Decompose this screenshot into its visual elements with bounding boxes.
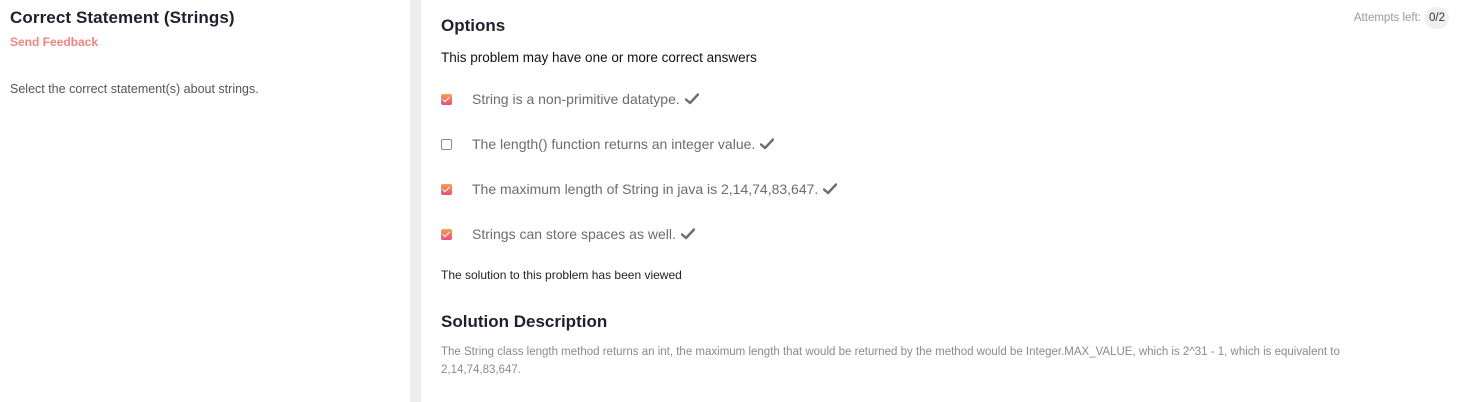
send-feedback-link[interactable]: Send Feedback	[10, 35, 98, 49]
option-1-label: String is a non-primitive datatype.	[472, 91, 680, 107]
check-mark-icon	[760, 138, 775, 150]
option-4-label: Strings can store spaces as well.	[472, 226, 676, 242]
solution-viewed-note: The solution to this problem has been vi…	[441, 268, 682, 282]
option-3-label: The maximum length of String in java is …	[472, 181, 819, 197]
option-1-checkbox[interactable]	[441, 93, 452, 105]
panel-divider[interactable]	[410, 0, 421, 402]
option-4-checkbox[interactable]	[441, 228, 452, 240]
option-2-checkbox[interactable]	[441, 138, 452, 150]
check-mark-icon	[823, 183, 838, 195]
attempts-label: Attempts left:	[1353, 12, 1421, 24]
problem-title: Correct Statement (Strings)	[10, 8, 235, 27]
option-2-label: The length() function returns an integer…	[472, 136, 756, 152]
attempts-indicator: Attempts left: 0/2	[1354, 7, 1449, 29]
option-3-checkbox[interactable]	[441, 183, 452, 195]
option-2[interactable]: The length() function returns an integer…	[441, 136, 775, 152]
page: Correct Statement (Strings) Send Feedbac…	[0, 0, 1460, 402]
attempts-count-badge: 0/2	[1425, 7, 1449, 29]
problem-panel: Correct Statement (Strings) Send Feedbac…	[0, 0, 410, 402]
check-mark-icon	[684, 93, 699, 105]
solution-heading: Solution Description	[441, 312, 608, 331]
check-mark-icon	[680, 228, 695, 240]
problem-statement: Select the correct statement(s) about st…	[10, 82, 259, 96]
options-subtitle: This problem may have one or more correc…	[441, 50, 757, 65]
solution-description: The String class length method returns a…	[441, 346, 1340, 376]
option-3[interactable]: The maximum length of String in java is …	[441, 181, 838, 197]
option-1[interactable]: String is a non-primitive datatype.	[441, 91, 699, 107]
options-heading: Options	[441, 16, 506, 35]
options-panel: Options Attempts left: 0/2 This problem …	[421, 0, 1460, 402]
option-4[interactable]: Strings can store spaces as well.	[441, 226, 695, 242]
